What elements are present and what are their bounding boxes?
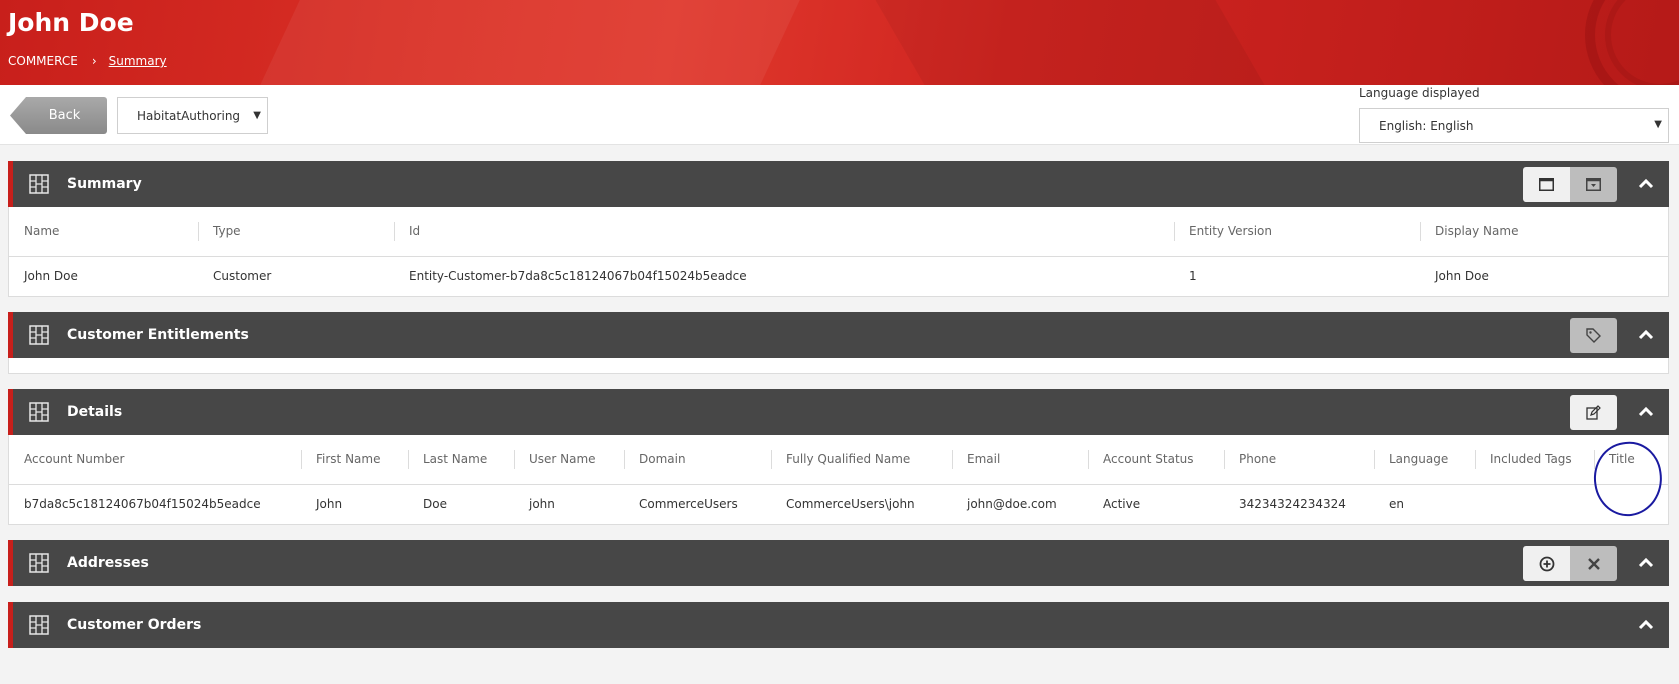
table-cell: 34234324234324: [1239, 496, 1346, 511]
remove-address-button[interactable]: [1570, 546, 1617, 581]
collapse-chevron-up-icon[interactable]: [1635, 401, 1657, 423]
page-header: John Doe COMMERCE › Summary: [0, 0, 1679, 85]
site-select[interactable]: HabitatAuthoring ▼: [117, 97, 268, 134]
header-decoration: [260, 0, 800, 85]
toolbar: Back HabitatAuthoring ▼ Language display…: [0, 85, 1679, 145]
entity-grid-icon: [29, 402, 49, 422]
collapse-chevron-up-icon[interactable]: [1635, 614, 1657, 636]
details-panel-header: Details: [8, 389, 1669, 435]
column-header: Fully Qualified Name: [771, 435, 952, 485]
collapse-chevron-up-icon[interactable]: [1635, 173, 1657, 195]
table-row: b7da8c5c18124067b04f15024b5eadce John Do…: [9, 484, 1668, 523]
table-cell: 1: [1189, 268, 1197, 283]
collapse-chevron-up-icon[interactable]: [1635, 324, 1657, 346]
orders-panel-title: Customer Orders: [67, 617, 202, 633]
details-panel-body: Account Number First Name Last Name User…: [8, 435, 1669, 525]
entity-grid-icon: [29, 174, 49, 194]
entitlements-actions: [1570, 318, 1617, 353]
close-icon: [1587, 557, 1600, 570]
summary-table: Name Type Id Entity Version Display Name…: [9, 207, 1668, 295]
table-cell: en: [1389, 496, 1404, 511]
language-select[interactable]: English: English ▼: [1359, 108, 1669, 143]
column-header: Account Number: [9, 435, 301, 485]
header-decoration: [875, 0, 1265, 85]
details-table: Account Number First Name Last Name User…: [9, 435, 1668, 523]
entity-grid-icon: [29, 553, 49, 573]
entitlements-panel-title: Customer Entitlements: [67, 327, 249, 343]
entity-grid-icon: [29, 325, 49, 345]
window-view-button[interactable]: [1523, 167, 1570, 202]
entitlements-panel-body: [8, 358, 1669, 374]
breadcrumb: COMMERCE › Summary: [8, 54, 167, 68]
tag-icon: [1586, 328, 1601, 343]
entitlements-panel-header: Customer Entitlements: [8, 312, 1669, 358]
back-button[interactable]: Back: [10, 97, 107, 134]
back-button-label: Back: [48, 108, 81, 123]
breadcrumb-separator-icon: ›: [91, 54, 97, 68]
column-header: Included Tags: [1475, 435, 1594, 485]
column-header: Language: [1374, 435, 1475, 485]
summary-panel-header: Summary: [8, 161, 1669, 207]
table-row: John Doe Customer Entity-Customer-b7da8c…: [9, 256, 1668, 295]
summary-panel-title: Summary: [67, 176, 142, 192]
column-header: Display Name: [1420, 207, 1668, 257]
table-cell: Active: [1103, 496, 1141, 511]
table-cell: CommerceUsers\john: [786, 496, 915, 511]
dropdown-caret-icon: ▼: [253, 110, 261, 121]
add-address-button[interactable]: [1523, 546, 1570, 581]
plus-circle-icon: [1539, 556, 1554, 571]
column-header: Id: [394, 207, 1174, 257]
table-cell: Customer: [213, 268, 272, 283]
language-select-value: English: English: [1379, 118, 1474, 133]
archive-view-button[interactable]: [1570, 167, 1617, 202]
collapse-chevron-up-icon[interactable]: [1635, 552, 1657, 574]
language-label: Language displayed: [1359, 86, 1480, 100]
column-header: Phone: [1224, 435, 1374, 485]
orders-panel-header: Customer Orders: [8, 602, 1669, 648]
breadcrumb-current[interactable]: Summary: [109, 54, 167, 68]
details-panel-title: Details: [67, 404, 123, 420]
edit-icon: [1586, 405, 1601, 420]
breadcrumb-root[interactable]: COMMERCE: [8, 54, 78, 68]
column-header: Name: [9, 207, 198, 257]
column-header: Domain: [624, 435, 771, 485]
summary-panel-body: Name Type Id Entity Version Display Name…: [8, 207, 1669, 297]
column-header: Type: [198, 207, 394, 257]
column-header: User Name: [514, 435, 624, 485]
column-header: Account Status: [1088, 435, 1224, 485]
edit-button[interactable]: [1570, 395, 1617, 430]
table-cell: Doe: [423, 496, 447, 511]
addresses-panel-title: Addresses: [67, 555, 149, 571]
table-cell: John: [316, 496, 343, 511]
site-select-value: HabitatAuthoring: [137, 108, 241, 123]
addresses-panel-header: Addresses: [8, 540, 1669, 586]
column-header: Entity Version: [1174, 207, 1420, 257]
table-cell: John Doe: [24, 268, 78, 283]
table-cell: [1475, 484, 1594, 523]
tags-button[interactable]: [1570, 318, 1617, 353]
table-cell: CommerceUsers: [639, 496, 738, 511]
window-icon: [1539, 178, 1554, 191]
table-cell: john@doe.com: [967, 496, 1057, 511]
table-cell: john: [529, 496, 555, 511]
dropdown-caret-icon: ▼: [1654, 119, 1662, 130]
details-actions: [1570, 395, 1617, 430]
table-cell: John Doe: [1435, 268, 1489, 283]
column-header: First Name: [301, 435, 408, 485]
addresses-actions: [1523, 546, 1617, 581]
page-title: John Doe: [8, 8, 134, 37]
column-header: Last Name: [408, 435, 514, 485]
table-cell: Entity-Customer-b7da8c5c18124067b04f1502…: [409, 268, 747, 283]
column-header: Email: [952, 435, 1088, 485]
entity-grid-icon: [29, 615, 49, 635]
table-cell: b7da8c5c18124067b04f15024b5eadce: [24, 496, 261, 511]
archive-window-icon: [1586, 178, 1601, 191]
summary-view-toggle: [1523, 167, 1617, 202]
